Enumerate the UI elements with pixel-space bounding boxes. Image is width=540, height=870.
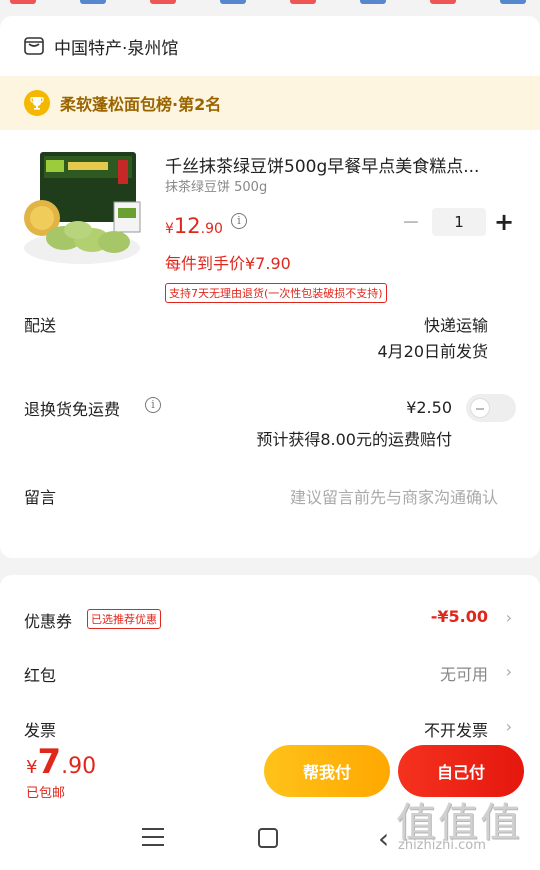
home-icon[interactable]	[258, 828, 278, 848]
ranking-banner[interactable]: 柔软蓬松面包榜·第2名	[0, 76, 540, 130]
delivery-date: 4月20日前发货	[377, 342, 488, 361]
price-integer: 12	[173, 214, 201, 238]
ranking-text: 柔软蓬松面包榜·第2名	[60, 95, 222, 114]
coupon-row[interactable]: 优惠券 已选推荐优惠 -¥5.00 ›	[0, 575, 540, 631]
product-title[interactable]: 千丝抹茶绿豆饼500g早餐早点美食糕点...	[165, 152, 505, 177]
return-shipping-price: ¥2.50	[406, 398, 452, 417]
total-decimal: .90	[61, 754, 97, 779]
return-shipping-info-icon[interactable]: i	[145, 397, 161, 413]
top-decoration-strip	[0, 0, 540, 14]
delivery-label: 配送	[24, 316, 57, 335]
final-price: 每件到手价¥7.90	[165, 254, 291, 273]
coupon-value: -¥5.00	[430, 607, 488, 626]
product-price: ¥ 12 .90	[165, 214, 223, 238]
help-me-pay-button[interactable]: 帮我付	[264, 745, 390, 797]
shop-header[interactable]: 中国特产·泉州馆	[0, 16, 540, 76]
chevron-right-icon: ›	[505, 662, 512, 681]
coupon-label: 优惠券	[24, 612, 73, 631]
product-image[interactable]	[22, 150, 152, 270]
message-row[interactable]: 留言 建议留言前先与商家沟通确认	[0, 482, 540, 532]
message-label: 留言	[24, 488, 57, 507]
return-shipping-label: 退换货免运费	[24, 400, 121, 419]
watermark: 值值值 zhizhizhi.com	[396, 790, 536, 860]
return-shipping-row: 退换货免运费 i ¥2.50 预计获得8.00元的运费赔付	[0, 394, 540, 482]
trophy-icon	[24, 90, 50, 116]
watermark-url: zhizhizhi.com	[398, 838, 486, 853]
total-integer: 7	[37, 742, 62, 782]
increase-button[interactable]: +	[492, 208, 516, 236]
toggle-knob	[470, 398, 490, 418]
decrease-button[interactable]: −	[396, 210, 426, 235]
message-input[interactable]: 建议留言前先与商家沟通确认	[290, 484, 498, 508]
back-icon[interactable]: ‹	[378, 822, 389, 855]
price-info-icon[interactable]: i	[231, 213, 247, 229]
product-item: 千丝抹茶绿豆饼500g早餐早点美食糕点... 抹茶绿豆饼 500g ¥ 12 .…	[0, 130, 540, 310]
invoice-row[interactable]: 发票 不开发票 ›	[0, 687, 540, 743]
quantity-input[interactable]: 1	[432, 208, 486, 236]
order-card: 中国特产·泉州馆 柔软蓬松面包榜·第2名 千丝抹茶绿豆饼500g早餐早点美食糕点…	[0, 16, 540, 558]
delivery-row[interactable]: 配送 快递运输 4月20日前发货	[0, 310, 540, 396]
return-shipping-note: 预计获得8.00元的运费赔付	[256, 430, 452, 449]
quantity-stepper: − 1 +	[396, 208, 516, 236]
price-decimal: .90	[200, 221, 223, 237]
return-policy-tag: 支持7天无理由退货(一次性包装破损不支持)	[165, 283, 387, 303]
shop-name: 中国特产·泉州馆	[54, 38, 179, 59]
coupon-badge: 已选推荐优惠	[87, 609, 161, 629]
total-price: ¥ 7 .90	[26, 742, 96, 782]
chevron-right-icon: ›	[505, 608, 512, 627]
delivery-method: 快递运输	[423, 316, 488, 335]
redpacket-row[interactable]: 红包 无可用 ›	[0, 631, 540, 687]
chevron-right-icon: ›	[505, 717, 512, 736]
menu-icon[interactable]	[142, 828, 164, 846]
store-icon	[24, 37, 44, 55]
redpacket-value: 无可用	[439, 665, 488, 684]
product-spec[interactable]: 抹茶绿豆饼 500g	[165, 176, 267, 195]
redpacket-label: 红包	[24, 666, 57, 685]
free-shipping-note: 已包邮	[26, 786, 66, 801]
return-shipping-toggle[interactable]	[466, 394, 516, 422]
price-currency: ¥	[165, 221, 174, 237]
total-currency: ¥	[26, 757, 38, 778]
